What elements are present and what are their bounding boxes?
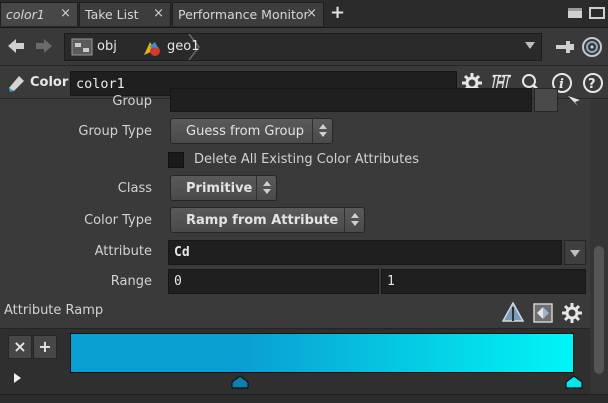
attribute-label: Attribute <box>94 244 152 259</box>
ramp-editor: × + <box>0 328 590 394</box>
pane-resize-strip[interactable] <box>0 394 608 403</box>
range-label: Range <box>110 274 152 289</box>
breadcrumb-geo1[interactable]: geo1 <box>167 39 199 54</box>
pin-icon[interactable] <box>554 38 576 56</box>
close-icon[interactable]: × <box>306 6 317 21</box>
tab-label: Take List <box>85 7 139 22</box>
pane-menu-icon[interactable] <box>567 6 583 20</box>
ramp-key-handle[interactable] <box>564 375 584 389</box>
tab-performance-monitor[interactable]: Performance Monitor × <box>172 2 324 26</box>
ramp-preset-icon[interactable] <box>501 301 525 325</box>
node-type-label: Color <box>30 75 69 90</box>
forward-arrow-icon[interactable] <box>34 37 54 55</box>
color-ramp[interactable] <box>70 333 574 373</box>
tab-bar: color1 × Take List × Performance Monitor… <box>0 0 608 28</box>
maximize-icon[interactable] <box>589 6 605 20</box>
attribute-field[interactable]: Cd <box>168 240 562 265</box>
group-label: Group <box>112 94 152 109</box>
chevron-down-icon[interactable] <box>525 42 535 49</box>
group-type-label: Group Type <box>78 124 152 139</box>
color-node-icon <box>9 76 24 92</box>
tab-color1[interactable]: color1 × <box>0 2 78 26</box>
chevron-down-icon <box>570 250 580 257</box>
tab-label: color1 <box>6 7 45 22</box>
add-tab-icon[interactable]: + <box>330 2 345 23</box>
path-field[interactable]: obj geo1 <box>64 33 542 61</box>
play-icon[interactable] <box>14 373 21 383</box>
color-type-value: Ramp from Attribute <box>186 213 339 228</box>
close-icon[interactable]: × <box>60 6 71 21</box>
help-icon[interactable]: ? <box>582 72 604 94</box>
tab-label: Performance Monitor <box>178 7 309 22</box>
spinner-icon <box>312 119 332 143</box>
breadcrumb-obj[interactable]: obj <box>97 39 117 54</box>
tab-take-list[interactable]: Take List × <box>79 2 171 26</box>
spinner-icon <box>344 208 364 232</box>
range-min-field[interactable]: 0 <box>168 269 379 294</box>
remove-key-button[interactable]: × <box>8 335 32 359</box>
spinner-icon <box>256 176 276 200</box>
link-pane-icon[interactable] <box>581 36 603 58</box>
geometry-icon <box>144 42 160 56</box>
gear-icon[interactable] <box>561 302 585 324</box>
svg-text:?: ? <box>588 77 596 92</box>
path-bar: obj geo1 <box>0 28 608 66</box>
class-menu[interactable]: Primitive <box>170 175 277 201</box>
attribute-dropdown[interactable] <box>564 240 586 265</box>
group-dropdown-button[interactable] <box>534 88 558 112</box>
color-type-menu[interactable]: Ramp from Attribute <box>170 207 365 233</box>
scrollbar-thumb[interactable] <box>594 246 604 374</box>
add-key-button[interactable]: + <box>33 335 57 359</box>
color-type-label: Color Type <box>84 213 152 228</box>
select-arrow-icon[interactable] <box>566 94 584 108</box>
group-type-value: Guess from Group <box>186 124 304 139</box>
vertical-scrollbar[interactable] <box>590 100 608 397</box>
class-value: Primitive <box>186 181 253 196</box>
attribute-ramp-label: Attribute Ramp <box>4 303 104 318</box>
ramp-key-handle[interactable] <box>230 375 250 389</box>
range-max-field[interactable]: 1 <box>381 269 586 294</box>
class-label: Class <box>117 181 152 196</box>
ramp-flip-icon[interactable] <box>531 301 555 325</box>
delete-existing-label: Delete All Existing Color Attributes <box>194 152 419 167</box>
group-field[interactable] <box>170 88 532 112</box>
delete-existing-checkbox[interactable] <box>168 152 184 168</box>
back-arrow-icon[interactable] <box>6 37 26 55</box>
network-icon <box>71 38 93 56</box>
group-type-menu[interactable]: Guess from Group <box>170 118 333 144</box>
svg-text:i: i <box>559 77 564 92</box>
close-icon[interactable]: × <box>153 6 164 21</box>
